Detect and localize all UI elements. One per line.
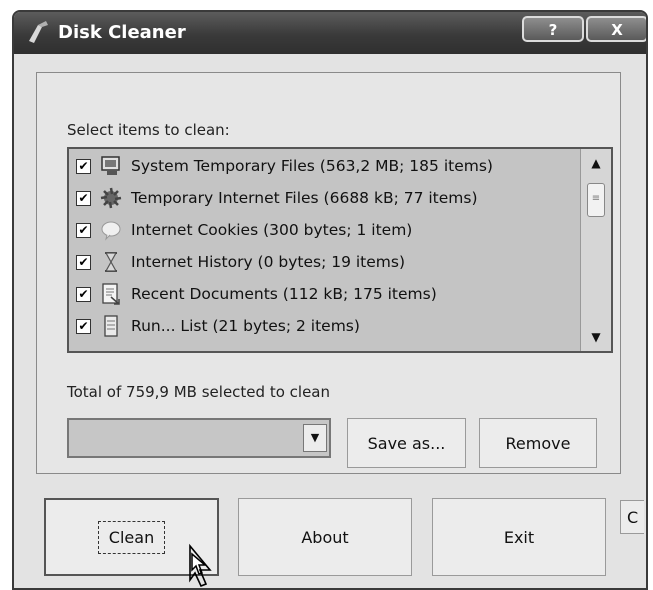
clean-label: Clean — [97, 520, 166, 554]
checkbox[interactable]: ✔ — [76, 190, 91, 206]
remove-label: Remove — [505, 433, 571, 453]
list-item[interactable]: ✔ Recent Documents (112 kB; 175 items) — [69, 278, 581, 310]
cookie-icon — [101, 221, 121, 241]
extra-button[interactable]: C — [620, 500, 644, 534]
save-as-button[interactable]: Save as... — [347, 418, 466, 468]
profile-dropdown[interactable]: ▼ — [67, 418, 331, 458]
hourglass-icon — [104, 252, 118, 272]
run-list-icon — [104, 315, 118, 337]
mouse-pointer-icon — [189, 543, 212, 588]
globe-icon — [100, 187, 122, 209]
clean-items-list[interactable]: ✔ System Temporary Files (563,2 MB; 185 … — [67, 147, 613, 353]
item-label: Recent Documents (112 kB; 175 items) — [131, 285, 437, 303]
chevron-down-icon[interactable]: ▼ — [303, 424, 327, 452]
list-item[interactable]: ✔ Run... List (21 bytes; 2 items) — [69, 310, 581, 342]
title-bar: Disk Cleaner ? X — [14, 12, 646, 54]
item-label: Internet Cookies (300 bytes; 1 item) — [131, 221, 413, 239]
list-item[interactable]: ✔ Internet Cookies (300 bytes; 1 item) — [69, 214, 581, 246]
checkbox[interactable]: ✔ — [76, 158, 91, 174]
disk-cleaner-window: Disk Cleaner ? X Select items to clean: … — [12, 10, 648, 590]
checkbox[interactable]: ✔ — [76, 318, 91, 334]
checkbox[interactable]: ✔ — [76, 286, 91, 302]
exit-label: Exit — [503, 527, 535, 547]
item-label: Internet History (0 bytes; 19 items) — [131, 253, 406, 271]
app-icon — [29, 21, 48, 43]
exit-button[interactable]: Exit — [432, 498, 606, 576]
item-label: Run... List (21 bytes; 2 items) — [131, 317, 360, 335]
system-temp-files-icon — [101, 156, 120, 175]
list-item[interactable]: ✔ System Temporary Files (563,2 MB; 185 … — [69, 150, 581, 182]
about-label: About — [301, 527, 349, 547]
item-label: System Temporary Files (563,2 MB; 185 it… — [131, 157, 493, 175]
scroll-thumb[interactable]: ≡ — [587, 183, 605, 217]
extra-label: C — [627, 507, 639, 527]
item-label: Temporary Internet Files (6688 kB; 77 it… — [131, 189, 478, 207]
checkbox[interactable]: ✔ — [76, 222, 91, 238]
list-item[interactable]: ✔ Temporary Internet Files (6688 kB; 77 … — [69, 182, 581, 214]
window-title: Disk Cleaner — [58, 22, 186, 43]
scroll-up-arrow-icon[interactable]: ▲ — [581, 149, 611, 177]
total-selected-label: Total of 759,9 MB selected to clean — [67, 383, 330, 401]
save-as-label: Save as... — [367, 433, 446, 453]
list-scrollbar[interactable]: ▲ ≡ ▼ — [580, 149, 611, 351]
checkbox[interactable]: ✔ — [76, 254, 91, 270]
scroll-down-arrow-icon[interactable]: ▼ — [581, 323, 611, 351]
close-button[interactable]: X — [586, 16, 646, 42]
remove-button[interactable]: Remove — [479, 418, 597, 468]
about-button[interactable]: About — [238, 498, 412, 576]
list-item[interactable]: ✔ Internet History (0 bytes; 19 items) — [69, 246, 581, 278]
help-button[interactable]: ? — [522, 16, 584, 42]
documents-icon — [102, 283, 120, 305]
main-panel: Select items to clean: ✔ System Temporar… — [36, 72, 621, 474]
select-items-label: Select items to clean: — [67, 121, 230, 139]
